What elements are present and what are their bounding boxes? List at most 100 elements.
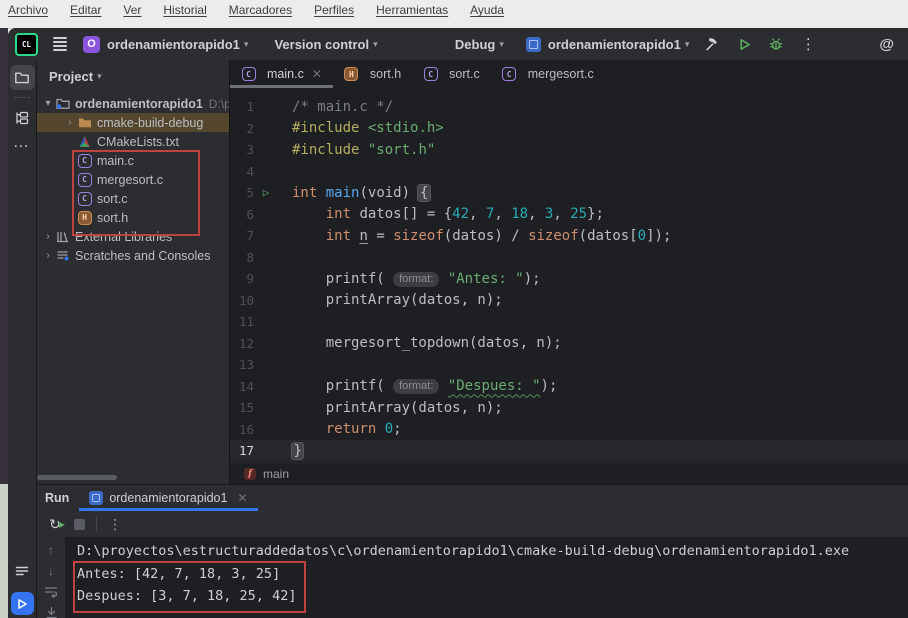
- soft-wrap-icon[interactable]: [44, 585, 58, 598]
- notifications-lines-icon[interactable]: [10, 558, 35, 583]
- tree-item-path: D:\proy: [209, 97, 230, 111]
- arrow-down-icon[interactable]: ↓: [48, 564, 54, 577]
- ai-assistant-icon[interactable]: @: [879, 36, 894, 53]
- build-hammer-icon[interactable]: [703, 35, 721, 53]
- gutter-cell: 17: [230, 443, 292, 458]
- menu-item-marcadores[interactable]: Marcadores: [229, 3, 292, 17]
- function-icon: f: [244, 468, 256, 480]
- code-line-9[interactable]: 9 printf( format: "Antes: ");: [230, 268, 908, 290]
- run-play-icon[interactable]: [735, 35, 753, 53]
- c-file-icon: C: [78, 154, 92, 168]
- console-output[interactable]: D:\proyectos\estructuraddedatos\c\ordena…: [65, 537, 908, 618]
- more-actions-kebab-icon[interactable]: ⋮: [799, 35, 817, 53]
- code-line-14[interactable]: 14 printf( format: "Despues: ");: [230, 376, 908, 398]
- tree-item-mergesort-c[interactable]: Cmergesort.c: [37, 170, 229, 189]
- tree-item-cmake-build-debug[interactable]: ›cmake-build-debug: [37, 113, 229, 132]
- c-file-icon: C: [77, 154, 92, 168]
- code-line-12[interactable]: 12 mergesort_topdown(datos, n);: [230, 333, 908, 355]
- desktop-edge-top: [0, 28, 8, 484]
- tree-item-external-libraries[interactable]: ›External Libraries: [37, 227, 229, 246]
- debug-bug-icon[interactable]: [767, 35, 785, 53]
- arrow-up-icon[interactable]: ↑: [48, 543, 54, 556]
- code-line-6[interactable]: 6 int datos[] = {42, 7, 18, 3, 25};: [230, 204, 908, 226]
- menu-item-herramientas[interactable]: Herramientas: [376, 3, 448, 17]
- run-options-kebab-icon[interactable]: ⋮: [108, 516, 122, 533]
- tree-item-sort-h[interactable]: Hsort.h: [37, 208, 229, 227]
- code-line-11[interactable]: 11: [230, 311, 908, 333]
- code-line-10[interactable]: 10 printArray(datos, n);: [230, 290, 908, 312]
- gutter-cell: 1: [230, 99, 292, 114]
- tree-item-scratches-and-consoles[interactable]: ›Scratches and Consoles: [37, 246, 229, 265]
- tree-item-ordenamientorapido1[interactable]: ▾ordenamientorapido1D:\proy: [37, 94, 229, 113]
- menu-item-editar[interactable]: Editar: [70, 3, 101, 17]
- close-icon[interactable]: ✕: [312, 67, 322, 81]
- console-line-1: D:\proyectos\estructuraddedatos\c\ordena…: [77, 540, 908, 563]
- menu-item-historial[interactable]: Historial: [163, 3, 206, 17]
- more-tool-windows-button[interactable]: ···: [14, 141, 30, 153]
- tree-item-main-c[interactable]: Cmain.c: [37, 151, 229, 170]
- gutter-cell: 16: [230, 422, 292, 437]
- line-number: 6: [230, 207, 254, 222]
- code-line-1[interactable]: 1/* main.c */: [230, 96, 908, 118]
- chevron-right-icon[interactable]: ›: [63, 117, 77, 128]
- project-panel-title[interactable]: Project: [49, 69, 93, 84]
- chevron-right-icon[interactable]: ›: [41, 250, 55, 261]
- project-name-button[interactable]: ordenamientorapido1: [107, 37, 240, 52]
- tab-sort-c[interactable]: Csort.c: [412, 60, 491, 88]
- chevron-down-icon[interactable]: ▾: [41, 98, 55, 109]
- close-icon[interactable]: ✕: [237, 491, 247, 505]
- code-line-17[interactable]: 17}: [230, 440, 908, 462]
- run-panel-title: Run: [45, 485, 69, 511]
- run-tool-window-button[interactable]: [11, 592, 34, 615]
- version-control-button[interactable]: Version control: [274, 37, 369, 52]
- code-token: (datos[: [579, 228, 638, 244]
- run-mode-selector[interactable]: Debug: [455, 37, 495, 52]
- tab-sort-h[interactable]: Hsort.h: [333, 60, 412, 88]
- scroll-to-end-icon[interactable]: [45, 606, 58, 618]
- code-editor[interactable]: 1/* main.c */2#include <stdio.h>3#includ…: [230, 88, 908, 463]
- code-token: {: [418, 185, 429, 201]
- code-token: ;: [393, 421, 401, 437]
- code-line-4[interactable]: 4: [230, 161, 908, 183]
- code-line-16[interactable]: 16 return 0;: [230, 419, 908, 441]
- code-text: /* main.c */: [292, 99, 393, 115]
- c-file-icon: C: [423, 67, 438, 81]
- menu-item-archivo[interactable]: Archivo: [8, 3, 48, 17]
- tab-mergesort-c[interactable]: Cmergesort.c: [491, 60, 605, 88]
- structure-tool-button[interactable]: [10, 105, 35, 130]
- code-line-8[interactable]: 8: [230, 247, 908, 269]
- code-line-3[interactable]: 3#include "sort.h": [230, 139, 908, 161]
- menu-item-ayuda[interactable]: Ayuda: [470, 3, 504, 17]
- code-token: }: [292, 443, 303, 459]
- code-line-7[interactable]: 7 int n = sizeof(datos) / sizeof(datos[0…: [230, 225, 908, 247]
- inlay-hint: format:: [393, 379, 439, 394]
- main-menu-icon[interactable]: [53, 37, 67, 51]
- code-line-2[interactable]: 2#include <stdio.h>: [230, 118, 908, 140]
- stop-icon[interactable]: [74, 519, 85, 530]
- breadcrumb: f main: [230, 463, 908, 484]
- code-line-13[interactable]: 13: [230, 354, 908, 376]
- rerun-icon[interactable]: ↻▶: [47, 516, 63, 532]
- run-config-selector[interactable]: ordenamientorapido1: [548, 37, 681, 52]
- c-file-icon: C: [242, 67, 256, 81]
- project-panel: Project ▾ ▾ordenamientorapido1D:\proy›cm…: [37, 60, 230, 484]
- chevron-right-icon[interactable]: ›: [41, 231, 55, 242]
- run-tab[interactable]: ordenamientorapido1 ✕: [79, 485, 257, 511]
- stripe-divider: [14, 97, 30, 98]
- c-file-icon: C: [77, 192, 92, 206]
- code-token: n: [359, 228, 367, 244]
- menu-item-perfiles[interactable]: Perfiles: [314, 3, 354, 17]
- menu-item-ver[interactable]: Ver: [123, 3, 141, 17]
- gutter-cell: 14: [230, 379, 292, 394]
- breadcrumb-item[interactable]: main: [263, 467, 289, 481]
- tree-item-sort-c[interactable]: Csort.c: [37, 189, 229, 208]
- tree-item-cmakelists-txt[interactable]: CMakeLists.txt: [37, 132, 229, 151]
- project-tool-button[interactable]: [10, 65, 35, 90]
- horizontal-scrollbar-thumb[interactable]: [37, 475, 117, 480]
- code-line-15[interactable]: 15 printArray(datos, n);: [230, 397, 908, 419]
- tab-main-c[interactable]: Cmain.c✕: [230, 60, 333, 88]
- gutter-cell: 10: [230, 293, 292, 308]
- code-line-5[interactable]: 5▷int main(void) {: [230, 182, 908, 204]
- run-line-icon[interactable]: ▷: [254, 186, 278, 199]
- chevron-down-icon: ▾: [244, 39, 249, 50]
